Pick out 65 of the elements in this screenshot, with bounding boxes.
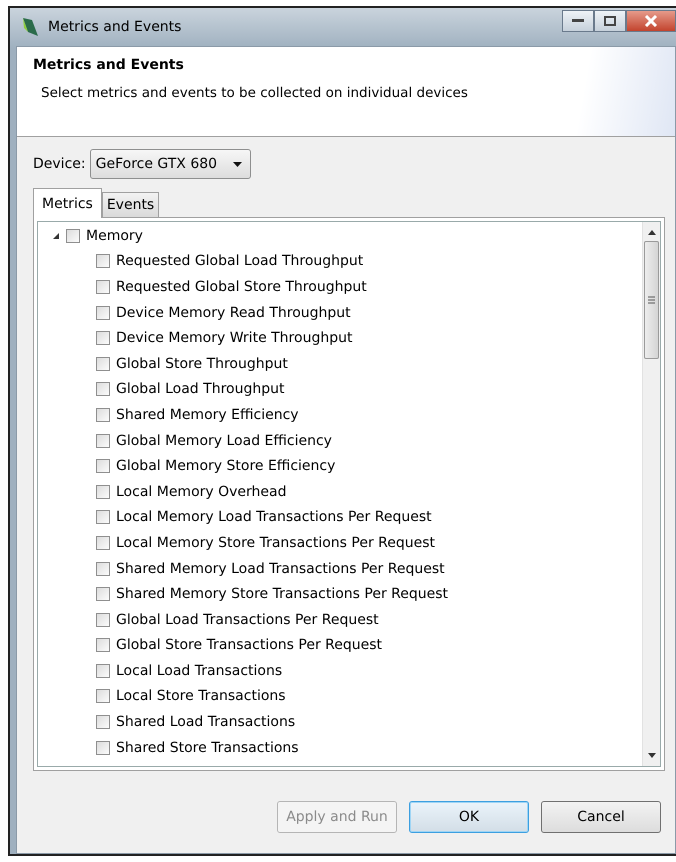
checkbox[interactable]	[96, 562, 110, 576]
tree-item-label[interactable]: Shared Memory Efficiency	[116, 406, 299, 423]
minimize-icon	[572, 19, 584, 23]
device-label: Device:	[33, 156, 86, 172]
tree-item-label[interactable]: Global Memory Store Efficiency	[116, 458, 336, 474]
tree-item-label[interactable]: Requested Global Store Throughput	[116, 278, 367, 295]
checkbox[interactable]	[96, 356, 110, 371]
tree-item-label[interactable]: Global Load Throughput	[116, 381, 284, 398]
tree-item-label[interactable]: Device Memory Read Throughput	[116, 304, 351, 321]
close-icon	[644, 15, 658, 27]
device-dropdown[interactable]: GeForce GTX 680	[90, 149, 252, 179]
checkbox[interactable]	[96, 740, 110, 755]
tree-item-label[interactable]: Memory	[86, 228, 143, 244]
checkbox[interactable]	[96, 382, 110, 396]
checkbox[interactable]	[96, 306, 110, 320]
tree-item-label[interactable]: Global Memory Load Efficiency	[116, 432, 332, 449]
tree-item-label[interactable]: Local Memory Store Transactions Per Request	[116, 534, 436, 551]
tree-item-label[interactable]: Local Memory Overhead	[116, 484, 287, 500]
tree-item-label[interactable]: Shared Memory Load Transactions Per Request	[116, 560, 445, 577]
tree-item-label[interactable]: Shared Memory Store Transactions Per Request	[116, 586, 448, 602]
checkbox[interactable]	[66, 228, 80, 243]
checkbox[interactable]	[96, 638, 110, 652]
checkbox[interactable]	[96, 715, 110, 730]
dialog-button[interactable]: Cancel	[541, 801, 661, 833]
grip-icon	[648, 296, 655, 304]
close-button[interactable]	[626, 10, 676, 32]
window-title: Metrics and Events	[48, 19, 182, 35]
tree-item-label[interactable]: Shared Load Transactions	[116, 714, 296, 730]
scroll-down-icon[interactable]	[648, 753, 656, 758]
tree-item-label[interactable]: Global Store Throughput	[116, 356, 288, 372]
tab[interactable]: Metrics	[33, 188, 102, 218]
checkbox[interactable]	[96, 689, 110, 704]
checkbox[interactable]	[96, 612, 110, 627]
checkbox[interactable]	[96, 331, 110, 346]
tree-item-label[interactable]: Global Store Transactions Per Request	[116, 637, 382, 654]
checkbox[interactable]	[96, 408, 110, 422]
checkbox[interactable]	[96, 536, 110, 550]
collapse-triangle-icon[interactable]	[52, 232, 60, 240]
checkbox[interactable]	[96, 254, 110, 268]
checkbox[interactable]	[96, 280, 110, 294]
tree-item-label[interactable]: Requested Global Load Throughput	[116, 253, 364, 270]
tree-item-label[interactable]: Device Memory Write Throughput	[116, 330, 352, 346]
maximize-icon	[604, 16, 616, 26]
tree-item-label[interactable]: Shared Store Transactions	[116, 740, 299, 756]
caret-icon	[233, 162, 242, 166]
checkbox[interactable]	[96, 664, 110, 678]
checkbox[interactable]	[96, 434, 110, 448]
tree-item-label[interactable]: Global Load Transactions Per Request	[116, 612, 379, 628]
scroll-thumb[interactable]	[644, 241, 659, 359]
checkbox[interactable]	[96, 510, 110, 524]
dialog-button[interactable]: OK	[409, 801, 529, 833]
maximize-button[interactable]	[594, 10, 626, 32]
header-description: Select metrics and events to be collected on individual devices	[41, 85, 469, 101]
scroll-up-icon[interactable]	[648, 230, 656, 235]
scrollbar[interactable]	[642, 222, 660, 766]
tab[interactable]: Events	[102, 192, 160, 217]
minimize-button[interactable]	[562, 10, 594, 32]
tree-item-label[interactable]: Local Store Transactions	[116, 688, 286, 704]
tree-item-label[interactable]: Local Load Transactions	[116, 662, 282, 679]
app-icon	[20, 16, 40, 38]
checkbox[interactable]	[96, 484, 110, 499]
checkbox[interactable]	[96, 587, 110, 602]
header-title: Metrics and Events	[33, 57, 185, 73]
tree-item-label[interactable]: Local Memory Load Transactions Per Request	[116, 509, 432, 526]
checkbox[interactable]	[96, 459, 110, 474]
